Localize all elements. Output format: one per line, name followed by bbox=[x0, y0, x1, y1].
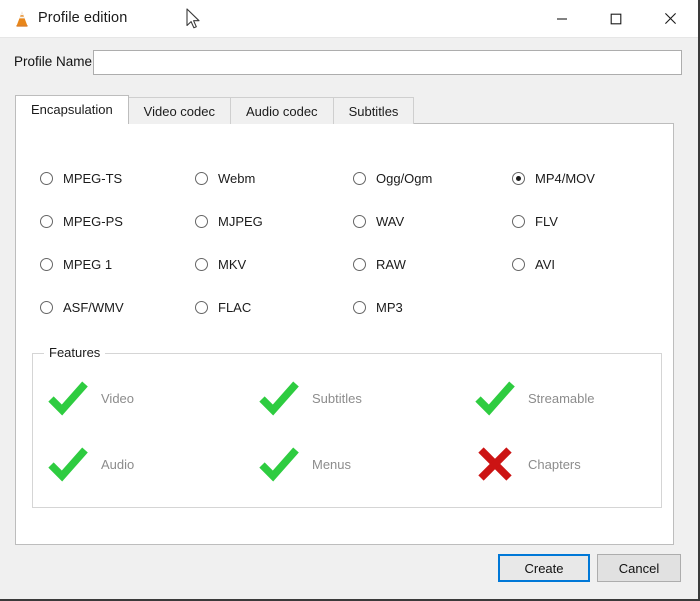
close-button[interactable] bbox=[647, 0, 693, 37]
feature-label: Chapters bbox=[528, 457, 581, 472]
feature-chapters: Chapters bbox=[474, 444, 581, 484]
check-icon bbox=[258, 444, 300, 484]
radio-mark bbox=[195, 301, 208, 314]
cross-icon bbox=[474, 444, 516, 484]
radio-mark bbox=[40, 172, 53, 185]
feature-label: Menus bbox=[312, 457, 351, 472]
radio-avi[interactable]: AVI bbox=[512, 243, 662, 286]
radio-column-2: Webm MJPEG MKV FLAC bbox=[195, 157, 345, 329]
profile-name-label: Profile Name bbox=[14, 54, 92, 69]
radio-mark bbox=[512, 215, 525, 228]
profile-name-input[interactable] bbox=[93, 50, 682, 75]
radio-mark bbox=[512, 172, 525, 185]
radio-raw[interactable]: RAW bbox=[353, 243, 503, 286]
radio-label: MPEG-PS bbox=[63, 214, 123, 229]
radio-label: MPEG 1 bbox=[63, 257, 112, 272]
tab-audio-codec[interactable]: Audio codec bbox=[230, 97, 334, 124]
radio-mark bbox=[353, 258, 366, 271]
profile-name-row: Profile Name bbox=[0, 38, 698, 88]
radio-column-4: MP4/MOV FLV AVI bbox=[512, 157, 662, 286]
radio-mark bbox=[40, 301, 53, 314]
close-icon bbox=[647, 12, 693, 25]
feature-subtitles: Subtitles bbox=[258, 378, 362, 418]
radio-label: ASF/WMV bbox=[63, 300, 124, 315]
radio-ogg-ogm[interactable]: Ogg/Ogm bbox=[353, 157, 503, 200]
feature-label: Subtitles bbox=[312, 391, 362, 406]
radio-webm[interactable]: Webm bbox=[195, 157, 345, 200]
radio-column-3: Ogg/Ogm WAV RAW MP3 bbox=[353, 157, 503, 329]
radio-flac[interactable]: FLAC bbox=[195, 286, 345, 329]
radio-mpeg-1[interactable]: MPEG 1 bbox=[40, 243, 190, 286]
feature-label: Video bbox=[101, 391, 134, 406]
feature-label: Streamable bbox=[528, 391, 594, 406]
radio-mark bbox=[353, 215, 366, 228]
features-group: Features VideoAudioSubtitlesMenusStreama… bbox=[32, 353, 662, 508]
radio-label: MKV bbox=[218, 257, 246, 272]
tab-video-codec[interactable]: Video codec bbox=[128, 97, 231, 124]
minimize-button[interactable] bbox=[539, 0, 585, 37]
radio-mpeg-ts[interactable]: MPEG-TS bbox=[40, 157, 190, 200]
radio-mark bbox=[195, 215, 208, 228]
cancel-button[interactable]: Cancel bbox=[597, 554, 681, 582]
radio-wav[interactable]: WAV bbox=[353, 200, 503, 243]
radio-flv[interactable]: FLV bbox=[512, 200, 662, 243]
radio-label: FLAC bbox=[218, 300, 251, 315]
radio-mark bbox=[40, 258, 53, 271]
radio-mark bbox=[512, 258, 525, 271]
feature-streamable: Streamable bbox=[474, 378, 594, 418]
radio-mark bbox=[40, 215, 53, 228]
radio-asf-wmv[interactable]: ASF/WMV bbox=[40, 286, 190, 329]
create-button[interactable]: Create bbox=[498, 554, 590, 582]
radio-mp3[interactable]: MP3 bbox=[353, 286, 503, 329]
vlc-cone-icon bbox=[12, 9, 32, 29]
dialog-footer: Create Cancel bbox=[0, 545, 698, 599]
window-title: Profile edition bbox=[38, 10, 127, 26]
profile-edition-dialog: Profile edition bbox=[0, 0, 700, 601]
check-icon bbox=[258, 378, 300, 418]
encapsulation-tab-panel: MPEG-TS MPEG-PS MPEG 1 ASF/WMV Webm MJPEG MKV F… bbox=[15, 123, 674, 545]
title-bar: Profile edition bbox=[0, 0, 698, 38]
tab-subtitles[interactable]: Subtitles bbox=[333, 97, 415, 124]
radio-mpeg-ps[interactable]: MPEG-PS bbox=[40, 200, 190, 243]
tab-encapsulation[interactable]: Encapsulation bbox=[15, 95, 129, 124]
feature-label: Audio bbox=[101, 457, 134, 472]
radio-mp4-mov[interactable]: MP4/MOV bbox=[512, 157, 662, 200]
radio-label: MP3 bbox=[376, 300, 403, 315]
radio-label: WAV bbox=[376, 214, 404, 229]
radio-mark bbox=[353, 172, 366, 185]
tab-strip: EncapsulationVideo codecAudio codecSubti… bbox=[15, 96, 413, 124]
radio-mjpeg[interactable]: MJPEG bbox=[195, 200, 345, 243]
radio-label: Webm bbox=[218, 171, 255, 186]
radio-mark bbox=[195, 258, 208, 271]
minimize-icon bbox=[539, 13, 585, 25]
radio-label: MP4/MOV bbox=[535, 171, 595, 186]
radio-column-1: MPEG-TS MPEG-PS MPEG 1 ASF/WMV bbox=[40, 157, 190, 329]
radio-mkv[interactable]: MKV bbox=[195, 243, 345, 286]
maximize-icon bbox=[593, 13, 639, 25]
radio-mark bbox=[353, 301, 366, 314]
radio-label: FLV bbox=[535, 214, 558, 229]
features-legend: Features bbox=[44, 345, 105, 360]
radio-mark bbox=[195, 172, 208, 185]
feature-audio: Audio bbox=[47, 444, 134, 484]
radio-label: AVI bbox=[535, 257, 555, 272]
radio-label: RAW bbox=[376, 257, 406, 272]
check-icon bbox=[474, 378, 516, 418]
feature-menus: Menus bbox=[258, 444, 351, 484]
radio-label: MPEG-TS bbox=[63, 171, 122, 186]
check-icon bbox=[47, 378, 89, 418]
radio-label: Ogg/Ogm bbox=[376, 171, 432, 186]
check-icon bbox=[47, 444, 89, 484]
radio-label: MJPEG bbox=[218, 214, 263, 229]
maximize-button[interactable] bbox=[593, 0, 639, 37]
feature-video: Video bbox=[47, 378, 134, 418]
